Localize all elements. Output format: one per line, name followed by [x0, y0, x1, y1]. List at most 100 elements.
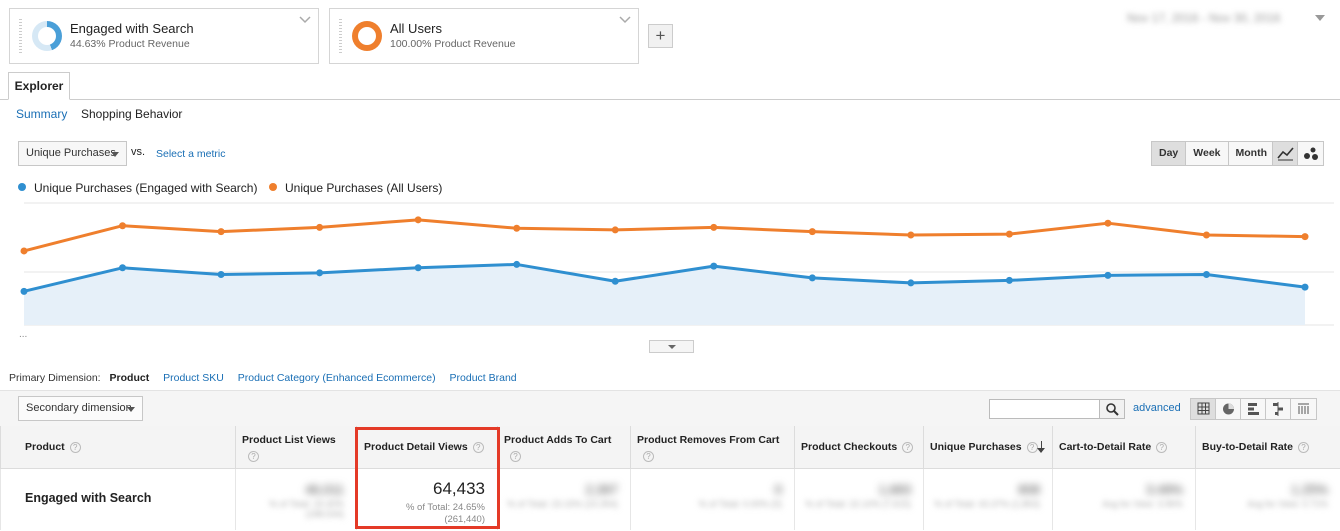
cell-value: 64,433	[433, 478, 485, 498]
week-button[interactable]: Week	[1186, 142, 1229, 165]
cell-cart-to-detail-rate: 3.49% Avg for View: 3.96%	[1052, 468, 1196, 530]
column-header-buy-to-detail-rate[interactable]: Buy-to-Detail Rate?	[1195, 426, 1340, 469]
column-header-label: Product Detail Views	[364, 440, 468, 453]
secondary-dimension-dropdown[interactable]: Secondary dimension	[18, 396, 143, 421]
column-header-label: Product	[25, 440, 65, 453]
date-range-caret-icon[interactable]	[1315, 15, 1325, 21]
series-point	[20, 287, 28, 295]
series-point	[611, 277, 619, 285]
drag-handle-icon[interactable]	[339, 19, 342, 53]
cell-subtext: % of Total: 24.40% (188,534)	[269, 498, 344, 519]
legend-engaged-search[interactable]: Unique Purchases (Engaged with Search)	[18, 181, 257, 195]
segment-card-engaged-search[interactable]: Engaged with Search 44.63% Product Reven…	[9, 8, 319, 64]
legend-all-users[interactable]: Unique Purchases (All Users)	[269, 181, 442, 195]
chart-type-toggle	[1272, 141, 1324, 166]
primary-dimension-product-brand[interactable]: Product Brand	[450, 372, 517, 384]
cell-subtext: % of Total: 23.15% (10,354)	[507, 498, 618, 509]
series-point	[1301, 233, 1309, 241]
column-header-label: Product Removes From Cart	[637, 434, 780, 446]
subtab-summary[interactable]: Summary	[16, 107, 67, 121]
help-icon[interactable]: ?	[1298, 441, 1310, 453]
search-button[interactable]	[1099, 400, 1124, 418]
chevron-down-icon[interactable]	[299, 15, 311, 25]
row-label-engaged-with-search[interactable]: Engaged with Search	[0, 468, 236, 530]
cell-subtext: Avg for View: 0.71%	[1247, 498, 1328, 509]
legend-dot-icon	[269, 183, 277, 191]
column-header-product-detail-views[interactable]: Product Detail Views?	[356, 426, 498, 469]
cell-product-detail-views: 64,433 % of Total: 24.65% (261,440)	[356, 468, 498, 530]
series-point	[710, 223, 718, 231]
help-icon[interactable]: ?	[902, 441, 914, 453]
legend-label: Unique Purchases (Engaged with Search)	[34, 181, 258, 195]
cell-product-list-views: 46,011% of Total: 24.40% (188,534)	[235, 468, 357, 530]
column-header-product-list-views[interactable]: Product List Views?	[235, 426, 357, 469]
line-chart-icon[interactable]	[1273, 142, 1298, 165]
performance-icon[interactable]	[1241, 399, 1266, 419]
column-header-product-removes-from-cart[interactable]: Product Removes From Cart?	[630, 426, 795, 469]
comparison-icon[interactable]	[1266, 399, 1291, 419]
table-row: Engaged with Search 46,011% of Total: 24…	[0, 468, 1340, 530]
pivot-icon[interactable]	[1291, 399, 1316, 419]
collapse-chart-button[interactable]	[649, 340, 694, 353]
series-point	[710, 262, 718, 270]
primary-dimension-product-sku[interactable]: Product SKU	[163, 372, 224, 384]
column-header-cart-to-detail-rate[interactable]: Cart-to-Detail Rate?	[1052, 426, 1196, 469]
series-point	[808, 274, 816, 282]
secondary-dimension-label: Secondary dimension	[26, 402, 132, 414]
cell-removes-from-cart: 0% of Total: 0.00% (0)	[630, 468, 795, 530]
sort-descending-icon[interactable]	[1037, 441, 1045, 453]
series-point	[611, 226, 619, 234]
segment-subtitle: 44.63% Product Revenue	[70, 38, 190, 50]
help-icon[interactable]: ?	[510, 451, 521, 462]
select-metric-link[interactable]: Select a metric	[156, 148, 225, 160]
series-point	[1301, 283, 1309, 291]
column-header-product-checkouts[interactable]: Product Checkouts?	[794, 426, 924, 469]
column-header-label: Product List Views	[242, 434, 336, 446]
granularity-toggle: Day Week Month	[1151, 141, 1276, 166]
tab-explorer[interactable]: Explorer	[8, 72, 70, 100]
month-button[interactable]: Month	[1228, 142, 1275, 165]
help-icon[interactable]: ?	[472, 441, 484, 453]
add-segment-button[interactable]: +	[648, 24, 673, 48]
series-point	[217, 228, 225, 236]
series-point	[1104, 219, 1112, 227]
help-icon[interactable]: ?	[1026, 441, 1038, 453]
advanced-filter-link[interactable]: advanced	[1133, 402, 1181, 414]
cell-percent-total: % of Total: 24.65%	[405, 501, 485, 513]
cell-value: 1,683	[878, 481, 911, 497]
segment-card-all-users[interactable]: All Users 100.00% Product Revenue	[329, 8, 639, 64]
help-icon[interactable]: ?	[248, 451, 259, 462]
table-search-input[interactable]	[989, 399, 1125, 419]
help-icon[interactable]: ?	[643, 451, 654, 462]
pie-chart-icon[interactable]	[1216, 399, 1241, 419]
cell-value: 46,011	[305, 481, 344, 497]
series-point	[119, 264, 127, 272]
column-header-product[interactable]: Product?	[0, 426, 236, 469]
search-icon	[1106, 403, 1119, 416]
segment-name: Engaged with Search	[70, 21, 194, 36]
segment-ring-icon	[32, 21, 62, 51]
primary-dimension-product-category[interactable]: Product Category (Enhanced Ecommerce)	[238, 372, 436, 384]
cell-value: 1.25%	[1291, 481, 1328, 497]
cell-unique-purchases: 808% of Total: 43.37% (1,863)	[923, 468, 1053, 530]
legend-label: Unique Purchases (All Users)	[285, 181, 443, 195]
drag-handle-icon[interactable]	[19, 19, 22, 53]
motion-chart-icon[interactable]	[1298, 142, 1323, 165]
date-range-picker[interactable]: Nov 17, 2016 - Nov 30, 2016	[1127, 11, 1280, 25]
primary-dimension-product: Product	[109, 372, 150, 384]
help-icon[interactable]: ?	[69, 441, 81, 453]
series-point	[907, 231, 915, 239]
segment-ring-icon	[352, 21, 382, 51]
day-button[interactable]: Day	[1152, 142, 1187, 165]
help-icon[interactable]: ?	[1156, 441, 1168, 453]
column-header-product-adds-to-cart[interactable]: Product Adds To Cart?	[497, 426, 631, 469]
chevron-down-icon[interactable]	[619, 15, 631, 25]
data-table-icon[interactable]	[1191, 399, 1216, 419]
chart-ellipsis: ...	[19, 329, 28, 340]
series-point	[1005, 276, 1013, 284]
cell-subtext: % of Total: 43.37% (1,863)	[934, 498, 1040, 509]
subtab-shopping-behavior[interactable]: Shopping Behavior	[81, 107, 182, 121]
metric-dropdown[interactable]: Unique Purchases	[18, 141, 127, 166]
column-header-unique-purchases[interactable]: Unique Purchases?	[923, 426, 1053, 469]
primary-dimension-bar: Primary Dimension: Product Product SKU P…	[9, 372, 528, 384]
